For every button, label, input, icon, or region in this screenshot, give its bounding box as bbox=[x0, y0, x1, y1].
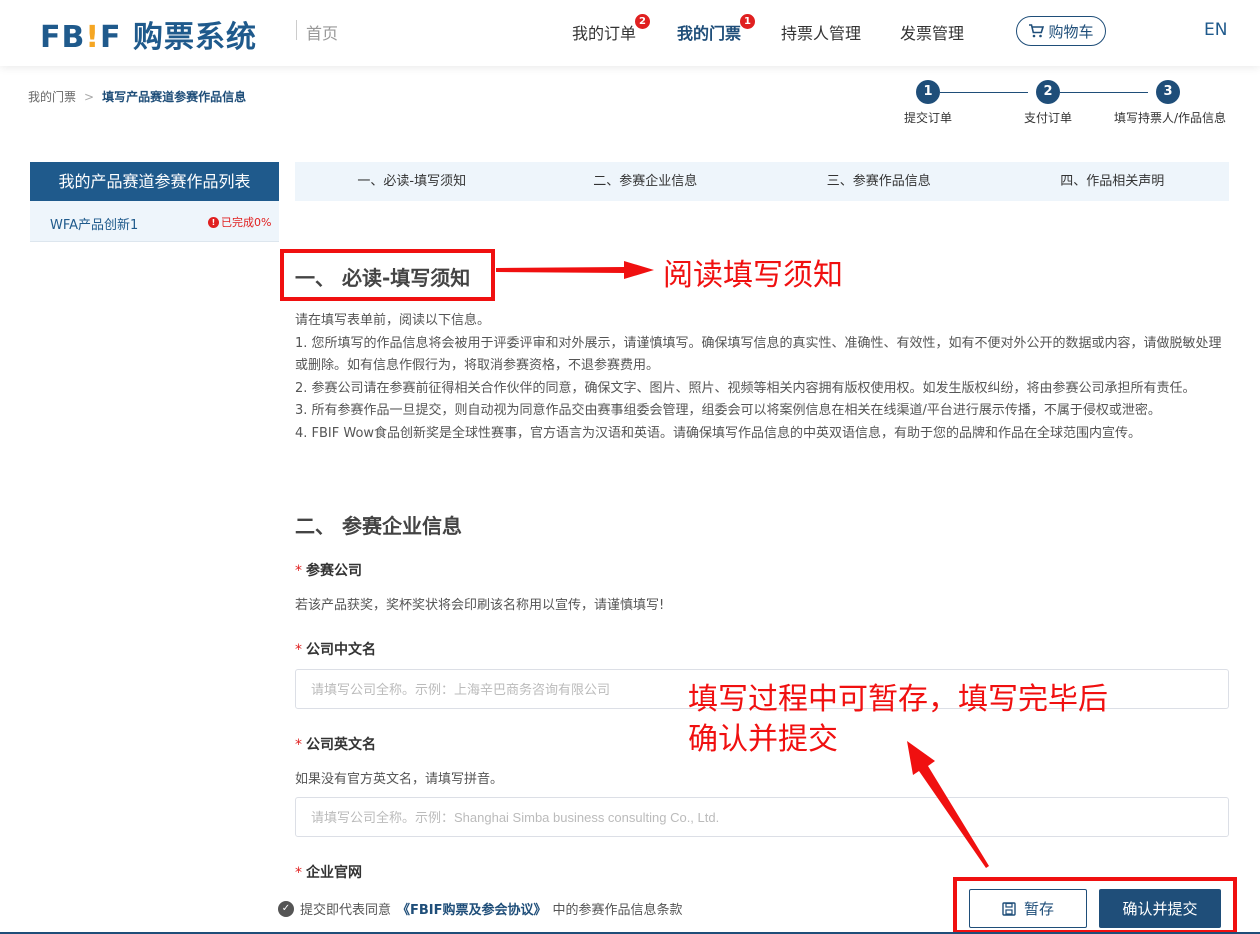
website-label: * 企业官网 bbox=[295, 862, 362, 882]
tab-declaration[interactable]: 四、作品相关声明 bbox=[996, 162, 1230, 201]
cn-name-label-text: 公司中文名 bbox=[306, 642, 376, 658]
required-mark: * bbox=[295, 737, 302, 753]
agreement-notice: ✓ 提交即代表同意 《FBIF购票及参会协议》 中的参赛作品信息条款 bbox=[278, 899, 683, 918]
nav-invoice-management[interactable]: 发票管理 bbox=[900, 20, 964, 44]
step-1-circle: 1 bbox=[916, 80, 940, 104]
logo-text-a: FB bbox=[40, 20, 86, 55]
company-label-text: 参赛公司 bbox=[306, 563, 362, 579]
breadcrumb-root[interactable]: 我的门票 bbox=[28, 88, 76, 105]
notice-item-1: 1. 您所填写的作品信息将会被用于评委评审和对外展示，请谨慎填写。确保填写信息的… bbox=[295, 335, 1222, 374]
agree-suffix: 中的参赛作品信息条款 bbox=[552, 903, 683, 918]
company-en-name-input[interactable] bbox=[295, 797, 1229, 837]
required-mark: * bbox=[295, 865, 302, 881]
annotation-read-notice: 阅读填写须知 bbox=[663, 258, 843, 293]
en-name-label-text: 公司英文名 bbox=[306, 737, 376, 753]
alert-icon: ! bbox=[208, 216, 219, 228]
entry-status-text: 已完成0% bbox=[221, 216, 272, 229]
protocol-link[interactable]: 《FBIF购票及参会协议》 bbox=[397, 899, 547, 918]
language-switch[interactable]: EN bbox=[1204, 20, 1227, 40]
step-2-label: 支付订单 bbox=[1024, 111, 1073, 125]
en-name-hint: 如果没有官方英文名，请填写拼音。 bbox=[295, 772, 504, 787]
nav-my-tickets-label: 我的门票 bbox=[677, 24, 742, 43]
logo-divider bbox=[296, 20, 297, 40]
annotation-box-title bbox=[280, 249, 495, 301]
required-mark: * bbox=[295, 563, 302, 579]
annotation-save-hint-2: 确认并提交 bbox=[688, 722, 838, 757]
logo-bang: ! bbox=[85, 20, 101, 55]
step-connector bbox=[940, 92, 1028, 93]
cart-label: 购物车 bbox=[1048, 22, 1094, 41]
cn-name-label: * 公司中文名 bbox=[295, 639, 376, 659]
tickets-count-badge: 1 bbox=[740, 14, 756, 29]
step-2-circle: 2 bbox=[1036, 80, 1060, 104]
step-1-label: 提交订单 bbox=[904, 111, 953, 125]
nav-my-orders-label: 我的订单 bbox=[572, 24, 637, 43]
breadcrumb-separator-icon: > bbox=[84, 89, 95, 104]
company-hint: 若该产品获奖，奖杯奖状将会印刷该名称用以宣传，请谨慎填写! bbox=[295, 598, 665, 613]
notice-item-3: 3. 所有参赛作品一旦提交，则自动视为同意作品交由赛事组委会管理，组委会可以将案… bbox=[295, 403, 1161, 418]
annotation-arrow-right-icon bbox=[496, 261, 654, 279]
home-link[interactable]: 首页 bbox=[306, 20, 338, 44]
notice-item-2: 2. 参赛公司请在参赛前征得相关合作伙伴的同意，确保文字、图片、照片、视频等相关… bbox=[295, 380, 1196, 396]
required-mark: * bbox=[295, 642, 302, 658]
step-connector bbox=[1060, 92, 1148, 93]
floppy-disk-icon bbox=[1002, 901, 1016, 916]
sidebar-title: 我的产品赛道参赛作品列表 bbox=[30, 162, 279, 201]
tab-notice[interactable]: 一、必读-填写须知 bbox=[295, 162, 529, 201]
fbif-logo[interactable]: FB!F 购票系统 bbox=[40, 12, 257, 56]
nav-holder-management[interactable]: 持票人管理 bbox=[781, 20, 861, 44]
cart-button[interactable]: 购物车 bbox=[1016, 16, 1106, 46]
cart-icon bbox=[1029, 24, 1045, 38]
section2-title: 二、 参赛企业信息 bbox=[295, 514, 462, 538]
annotation-arrow-down-icon bbox=[907, 741, 989, 868]
top-header: FB!F 购票系统 首页 我的订单 2 我的门票 1 持票人管理 发票管理 购物… bbox=[0, 0, 1260, 66]
check-icon[interactable]: ✓ bbox=[278, 900, 294, 917]
breadcrumb: 我的门票 > 填写产品赛道参赛作品信息 bbox=[28, 88, 246, 105]
step-3-circle: 3 bbox=[1156, 80, 1180, 104]
company-label: * 参赛公司 bbox=[295, 560, 362, 580]
notice-text: 请在填写表单前，阅读以下信息。 1. 您所填写的作品信息将会被用于评委评审和对外… bbox=[295, 310, 1225, 445]
section-tabs: 一、必读-填写须知 二、参赛企业信息 三、参赛作品信息 四、作品相关声明 bbox=[295, 162, 1229, 201]
entry-status: ! 已完成0% bbox=[208, 214, 271, 230]
entry-name: WFA产品创新1 bbox=[50, 218, 139, 233]
nav-my-orders[interactable]: 我的订单 2 bbox=[572, 14, 651, 44]
annotation-save-hint-1: 填写过程中可暂存，填写完毕后 bbox=[688, 682, 1108, 717]
progress-steps: 1 2 3 提交订单 支付订单 填写持票人/作品信息 bbox=[900, 80, 1230, 130]
notice-intro: 请在填写表单前，阅读以下信息。 bbox=[295, 313, 491, 328]
sidebar-item-entry[interactable]: WFA产品创新1 ! 已完成0% bbox=[30, 201, 279, 242]
nav-my-tickets[interactable]: 我的门票 1 bbox=[677, 14, 756, 44]
tab-work-info[interactable]: 三、参赛作品信息 bbox=[762, 162, 996, 201]
notice-item-4: 4. FBIF Wow食品创新奖是全球性赛事，官方语言为汉语和英语。请确保填写作… bbox=[295, 425, 1142, 441]
logo-text-b: F 购票系统 bbox=[100, 20, 257, 55]
website-label-text: 企业官网 bbox=[306, 865, 362, 881]
confirm-submit-button[interactable]: 确认并提交 bbox=[1099, 889, 1221, 928]
agree-prefix: 提交即代表同意 bbox=[300, 903, 392, 918]
step-3-label: 填写持票人/作品信息 bbox=[1114, 111, 1227, 125]
tab-company-info[interactable]: 二、参赛企业信息 bbox=[529, 162, 763, 201]
save-draft-button[interactable]: 暂存 bbox=[969, 889, 1087, 928]
en-name-label: * 公司英文名 bbox=[295, 734, 376, 754]
breadcrumb-current: 填写产品赛道参赛作品信息 bbox=[102, 90, 247, 104]
save-draft-label: 暂存 bbox=[1023, 900, 1054, 918]
orders-count-badge: 2 bbox=[635, 14, 651, 29]
